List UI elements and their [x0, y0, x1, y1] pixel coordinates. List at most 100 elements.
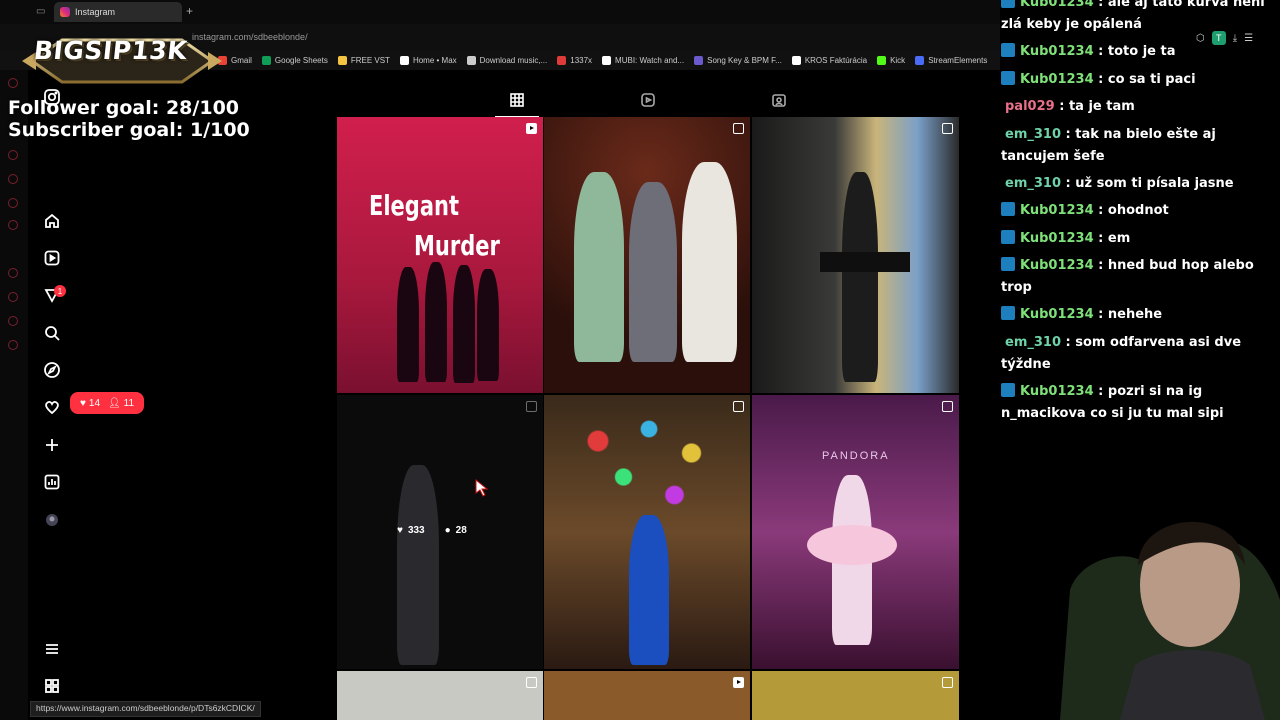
bookmark-item[interactable]: Home • Max — [399, 55, 457, 65]
chat-message: pal029 : ta je tam — [1005, 99, 1135, 114]
heart-icon: ♥ — [79, 397, 86, 409]
chat-message: Kub01234 : co sa ti paci — [1001, 69, 1277, 91]
bookmark-item[interactable]: StreamElements — [915, 55, 987, 65]
more-menu-icon[interactable] — [43, 640, 61, 658]
figure-silhouette — [453, 265, 475, 383]
reel-badge-icon — [526, 123, 537, 134]
sidebar-dot-icon[interactable] — [8, 316, 18, 326]
tab-posts-grid-icon[interactable] — [509, 92, 525, 108]
post-thumbnail[interactable] — [544, 395, 750, 669]
home-icon[interactable] — [43, 212, 61, 230]
reels-icon[interactable] — [43, 249, 61, 267]
carousel-badge-icon — [733, 123, 744, 134]
mouse-cursor-icon — [475, 478, 489, 497]
sidebar-dot-icon[interactable] — [8, 220, 18, 230]
bookmark-favicon-icon — [557, 55, 567, 65]
chat-username[interactable]: Kub01234 — [1020, 203, 1094, 218]
bookmark-label: 1337x — [570, 55, 593, 65]
chat-username[interactable]: em_310 — [1005, 176, 1061, 191]
chat-username[interactable]: em_310 — [1005, 127, 1061, 142]
sidebar-dot-icon[interactable] — [8, 340, 18, 350]
also-from-meta-icon[interactable] — [43, 677, 61, 695]
pandora-sign: PANDORA — [822, 450, 890, 462]
figure-silhouette — [397, 267, 419, 382]
post-thumbnail[interactable] — [752, 671, 959, 720]
browser-tab-instagram[interactable]: Instagram — [54, 2, 182, 22]
sidebar-dot-icon[interactable] — [8, 292, 18, 302]
bookmark-label: Home • Max — [412, 55, 457, 65]
explore-icon[interactable] — [43, 361, 61, 379]
carousel-badge-icon — [942, 401, 953, 412]
link-status-bar: https://www.instagram.com/sdbeeblonde/p/… — [30, 701, 261, 717]
chat-username[interactable]: Kub01234 — [1020, 384, 1094, 399]
carousel-badge-icon — [942, 677, 953, 688]
chat-username[interactable]: pal029 — [1005, 99, 1055, 114]
bookmark-item[interactable]: Download music,... — [466, 55, 547, 65]
instagram-favicon-icon — [60, 7, 70, 17]
carousel-badge-icon — [526, 677, 537, 688]
chat-message: em_310 : už som ti písala jasne — [1005, 175, 1234, 191]
bookmark-item[interactable]: MUBI: Watch and... — [602, 55, 684, 65]
chat-message: Kub01234 : toto je ta — [1001, 41, 1277, 63]
activity-summary-pill[interactable]: ♥ 14 👤︎ 11 — [70, 392, 144, 414]
create-icon[interactable] — [43, 436, 61, 454]
tab-switcher-icon[interactable]: ▭ — [36, 6, 45, 17]
chat-username[interactable]: Kub01234 — [1020, 258, 1094, 273]
badge-icon — [1001, 306, 1015, 320]
followers-count: 11 — [123, 397, 135, 409]
search-icon[interactable] — [43, 324, 61, 342]
sidebar-dot-icon[interactable] — [8, 174, 18, 184]
chat-message: Kub01234 : hned bud hop alebo trop — [1001, 257, 1254, 295]
chat-text: nehehe — [1107, 307, 1163, 322]
post-thumbnail[interactable]: Elegant Murder — [337, 117, 543, 393]
chat-username[interactable]: Kub01234 — [1020, 307, 1094, 322]
bookmark-item[interactable]: FREE VST — [337, 55, 390, 65]
bookmark-item[interactable]: Google Sheets — [261, 55, 328, 65]
chat-username[interactable]: em_310 — [1005, 335, 1061, 350]
sidebar-dot-icon[interactable] — [8, 78, 18, 88]
post-thumbnail[interactable] — [337, 671, 543, 720]
tab-reels-icon[interactable] — [640, 92, 656, 108]
post-thumbnail-hovered[interactable]: ♥ 333 ● 28 — [337, 395, 543, 669]
bookmark-item[interactable]: Song Key & BPM F... — [694, 55, 782, 65]
bookmark-favicon-icon — [466, 55, 476, 65]
tab-title: Instagram — [75, 7, 116, 17]
sidebar-dot-icon[interactable] — [8, 268, 18, 278]
badge-icon — [1001, 229, 1015, 244]
subscriber-goal: Subscriber goal: 1/100 — [8, 119, 250, 141]
instagram-logo-icon[interactable] — [43, 88, 61, 106]
badge-icon — [1001, 382, 1015, 397]
post-thumbnail[interactable] — [752, 117, 959, 393]
new-tab-icon[interactable]: + — [186, 4, 193, 18]
post-comments: 28 — [455, 525, 467, 536]
sidebar-dot-icon[interactable] — [8, 198, 18, 208]
chat-message: Kub01234 : nehehe — [1001, 304, 1277, 326]
profile-avatar-icon[interactable] — [43, 511, 61, 529]
post-thumbnail[interactable]: PANDORA — [752, 395, 959, 669]
dashboard-icon[interactable] — [43, 473, 61, 491]
chat-username[interactable]: Kub01234 — [1020, 44, 1094, 59]
figure-silhouette — [682, 162, 737, 362]
chat-message: Kub01234 : pozri si na ig n_macikova co … — [1001, 382, 1224, 421]
chat-username[interactable]: Kub01234 — [1020, 72, 1094, 87]
post-title-murder: Murder — [414, 229, 500, 262]
figure-silhouette — [425, 262, 447, 382]
sidebar-dot-icon[interactable] — [8, 150, 18, 160]
likes-count: 14 — [88, 397, 101, 409]
post-thumbnail[interactable] — [544, 117, 750, 393]
chat-username[interactable]: Kub01234 — [1020, 0, 1094, 10]
bookmark-item[interactable]: Kick — [877, 55, 905, 65]
treadmill — [820, 252, 910, 272]
notifications-heart-icon[interactable] — [43, 398, 61, 416]
figure-silhouette — [397, 465, 439, 665]
post-thumbnail[interactable] — [544, 671, 750, 720]
chat-username[interactable]: Kub01234 — [1020, 231, 1094, 246]
hover-stats: ♥ 333 ● 28 — [397, 525, 467, 536]
bookmark-item[interactable]: Gmail — [218, 55, 252, 65]
bookmark-favicon-icon — [337, 55, 347, 65]
person-icon: 👤︎ — [107, 397, 121, 409]
bookmark-item[interactable]: KROS Faktúrácia — [791, 55, 867, 65]
tab-tagged-icon[interactable] — [771, 92, 787, 108]
chat-text: už som ti písala jasne — [1075, 175, 1234, 191]
bookmark-item[interactable]: 1337x — [557, 55, 593, 65]
